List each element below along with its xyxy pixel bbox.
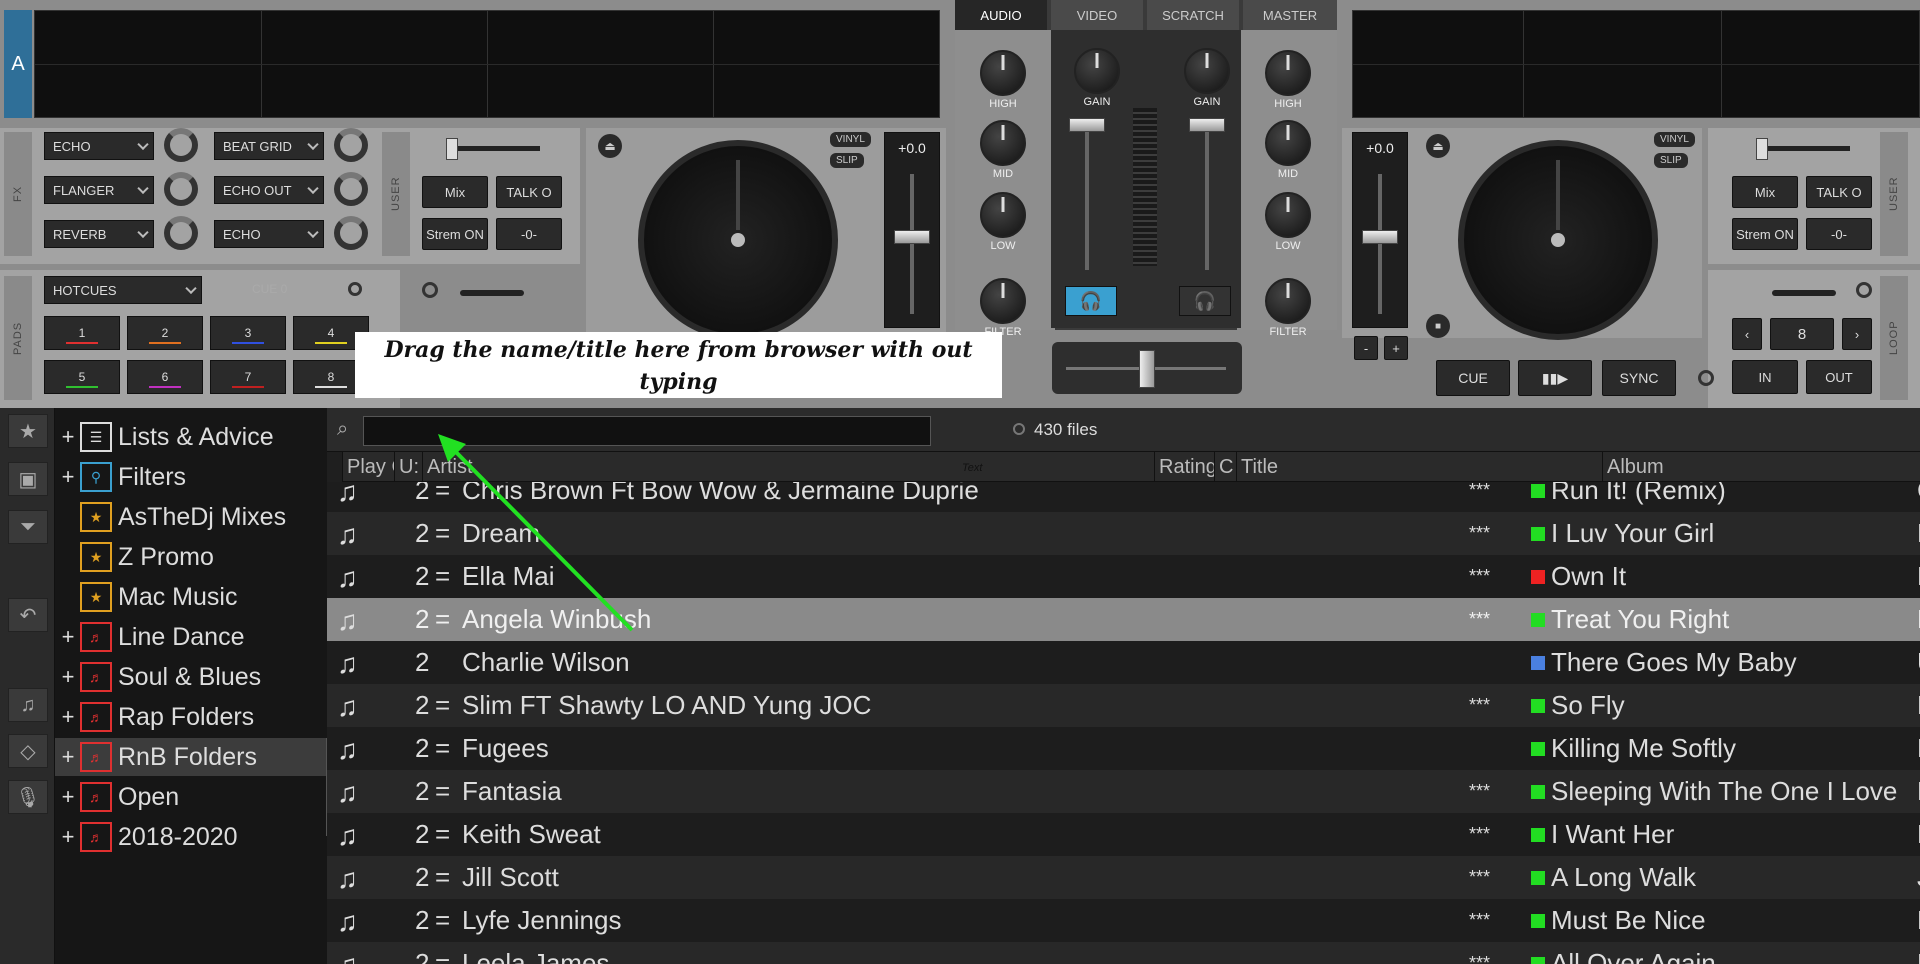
virtualdj-window: A FX ECHO FLANGER REVERB BEAT GRID ECHO …: [0, 0, 1920, 964]
annotation-arrow: [438, 434, 634, 632]
